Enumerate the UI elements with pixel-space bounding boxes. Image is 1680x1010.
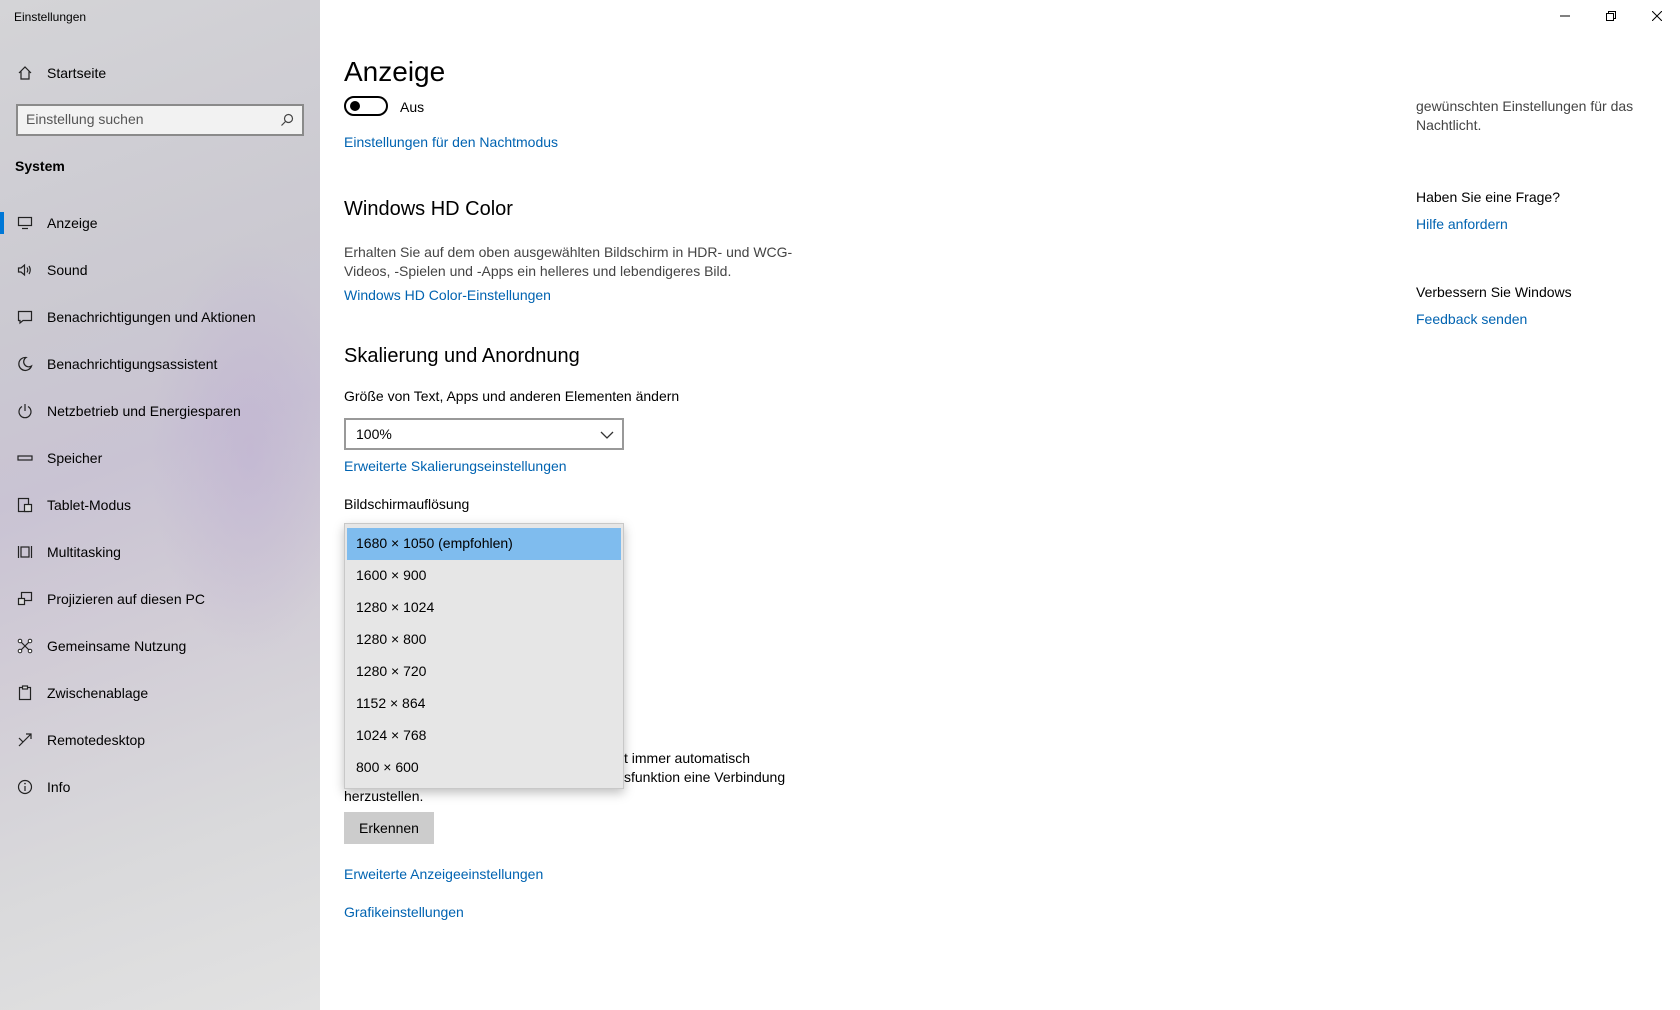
scaling-label: Größe von Text, Apps und anderen Element… <box>344 388 680 404</box>
resolution-option-label: 1680 × 1050 (empfohlen) <box>356 535 513 551</box>
sidebar-item-gemeinsame-nutzung[interactable]: Gemeinsame Nutzung <box>0 631 320 661</box>
resolution-option-label: 1280 × 720 <box>356 663 427 679</box>
night-light-hint: gewünschten Einstellungen für das Nachtl… <box>1416 98 1634 133</box>
resolution-option[interactable]: 1024 × 768 <box>345 720 623 752</box>
resolution-dropdown-list[interactable]: 1680 × 1050 (empfohlen) 1600 × 900 1280 … <box>344 523 624 789</box>
sidebar-item-speicher[interactable]: Speicher <box>0 443 320 473</box>
remote-icon <box>16 731 34 749</box>
sidebar-item-multitasking[interactable]: Multitasking <box>0 537 320 567</box>
sidebar-item-remotedesktop[interactable]: Remotedesktop <box>0 725 320 755</box>
sidebar-item-label: Multitasking <box>47 544 121 560</box>
sidebar-item-label: Benachrichtigungsassistent <box>47 356 218 372</box>
sidebar-item-netzbetrieb[interactable]: Netzbetrieb und Energiesparen <box>0 396 320 426</box>
sidebar-item-projizieren[interactable]: Projizieren auf diesen PC <box>0 584 320 614</box>
resolution-option[interactable]: 1280 × 1024 <box>345 592 623 624</box>
detect-description-line3: herzustellen. <box>344 788 424 804</box>
home-label: Startseite <box>47 65 107 81</box>
sidebar-item-label: Gemeinsame Nutzung <box>47 638 187 654</box>
page-title: Anzeige <box>344 56 446 87</box>
resolution-label: Bildschirmauflösung <box>344 496 470 512</box>
sidebar-item-anzeige[interactable]: Anzeige <box>0 208 320 238</box>
sidebar-item-info[interactable]: Info <box>0 772 320 802</box>
sidebar-item-label: Tablet-Modus <box>47 497 132 513</box>
moon-icon <box>16 355 34 373</box>
toggle-knob <box>350 101 360 111</box>
detect-button[interactable]: Erkennen <box>344 812 434 844</box>
multitasking-icon <box>16 543 34 561</box>
improve-heading: Verbessern Sie Windows <box>1416 284 1572 300</box>
notification-icon <box>16 308 34 326</box>
resolution-option[interactable]: 1280 × 720 <box>345 656 623 688</box>
sidebar-item-label: Benachrichtigungen und Aktionen <box>47 309 256 325</box>
clipboard-icon <box>16 684 34 702</box>
sidebar: Einstellungen Startseite System Anzeige … <box>0 0 320 1010</box>
search-icon[interactable] <box>280 113 294 127</box>
resolution-option[interactable]: 1280 × 800 <box>345 624 623 656</box>
sidebar-item-label: Netzbetrieb und Energiesparen <box>47 403 241 419</box>
night-light-toggle[interactable] <box>344 96 388 116</box>
hd-color-description: Erhalten Sie auf dem oben ausgewählten B… <box>344 244 793 279</box>
settings-search[interactable] <box>16 104 304 136</box>
scaling-heading: Skalierung und Anordnung <box>344 345 580 367</box>
resolution-option-label: 1280 × 1024 <box>356 599 435 615</box>
speaker-icon <box>16 261 34 279</box>
share-icon <box>16 637 34 655</box>
chevron-down-icon <box>600 428 614 440</box>
home-icon <box>16 64 34 82</box>
resolution-option-label: 1600 × 900 <box>356 567 427 583</box>
resolution-option[interactable]: 800 × 600 <box>345 752 623 784</box>
scaling-value: 100% <box>356 426 392 442</box>
sidebar-item-label: Projizieren auf diesen PC <box>47 591 205 607</box>
sidebar-item-label: Zwischenablage <box>47 685 149 701</box>
search-input[interactable] <box>26 111 266 127</box>
resolution-option[interactable]: 1600 × 900 <box>345 560 623 592</box>
info-icon <box>16 778 34 796</box>
sidebar-item-tablet-modus[interactable]: Tablet-Modus <box>0 490 320 520</box>
sidebar-item-label: Info <box>47 779 71 795</box>
resolution-option-label: 1280 × 800 <box>356 631 427 647</box>
app-title: Einstellungen <box>14 10 87 24</box>
feedback-link[interactable]: Feedback senden <box>1416 311 1527 327</box>
hd-color-heading: Windows HD Color <box>344 198 513 220</box>
main-content: Anzeige Aus Einstellungen für den Nachtm… <box>320 0 1680 1010</box>
detect-description-line2: sfunktion eine Verbindung <box>624 769 786 785</box>
question-heading: Haben Sie eine Frage? <box>1416 189 1560 205</box>
storage-icon <box>16 449 34 467</box>
night-light-settings-link[interactable]: Einstellungen für den Nachtmodus <box>344 134 558 150</box>
hd-color-settings-link[interactable]: Windows HD Color-Einstellungen <box>344 287 551 303</box>
sidebar-item-label: Sound <box>47 262 88 278</box>
resolution-option[interactable]: 1680 × 1050 (empfohlen) <box>347 528 621 560</box>
detect-description-line1: t immer automatisch <box>624 750 751 766</box>
resolution-option-label: 800 × 600 <box>356 759 419 775</box>
power-icon <box>16 402 34 420</box>
tablet-icon <box>16 496 34 514</box>
resolution-option[interactable]: 1152 × 864 <box>345 688 623 720</box>
sidebar-item-sound[interactable]: Sound <box>0 255 320 285</box>
resolution-option-label: 1024 × 768 <box>356 727 427 743</box>
scaling-dropdown[interactable]: 100% <box>344 418 624 450</box>
home-link[interactable]: Startseite <box>0 60 320 86</box>
sidebar-item-label: Speicher <box>47 450 103 466</box>
project-icon <box>16 590 34 608</box>
advanced-display-settings-link[interactable]: Erweiterte Anzeigeeinstellungen <box>344 866 543 882</box>
section-title: System <box>15 158 65 174</box>
monitor-icon <box>16 214 34 232</box>
help-link[interactable]: Hilfe anfordern <box>1416 216 1508 232</box>
night-light-toggle-label: Aus <box>400 99 425 115</box>
sidebar-item-label: Anzeige <box>47 215 98 231</box>
sidebar-item-benachrichtigungen[interactable]: Benachrichtigungen und Aktionen <box>0 302 320 332</box>
resolution-option-label: 1152 × 864 <box>356 695 426 711</box>
sidebar-item-label: Remotedesktop <box>47 732 146 748</box>
sidebar-item-zwischenablage[interactable]: Zwischenablage <box>0 678 320 708</box>
advanced-scaling-link[interactable]: Erweiterte Skalierungseinstellungen <box>344 458 567 474</box>
sidebar-item-benachrichtigungsassistent[interactable]: Benachrichtigungsassistent <box>0 349 320 379</box>
graphics-settings-link[interactable]: Grafikeinstellungen <box>344 904 464 920</box>
